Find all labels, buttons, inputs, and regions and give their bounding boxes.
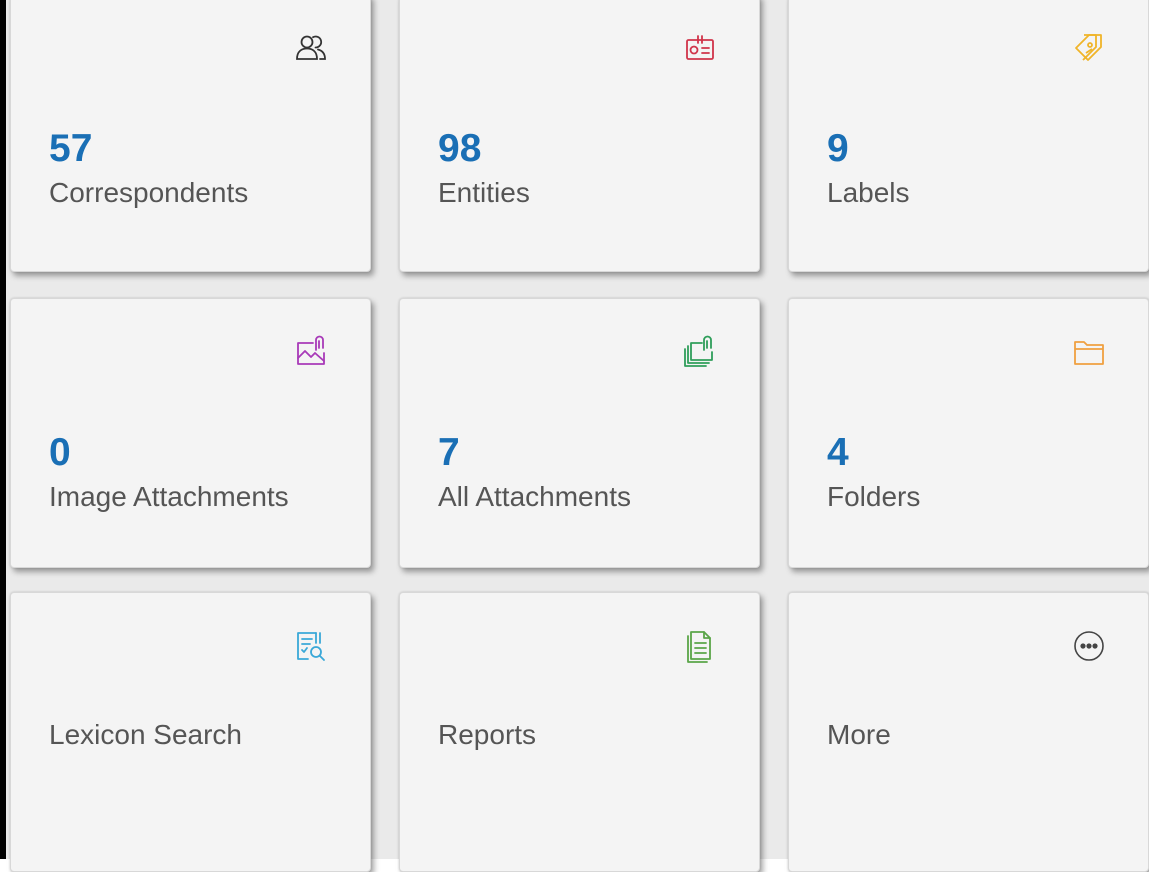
folder-icon	[1072, 335, 1106, 369]
tile-count: 57	[49, 127, 93, 170]
attachments-icon	[683, 335, 717, 369]
id-card-icon	[683, 31, 717, 65]
tile-label: Labels	[827, 177, 910, 208]
tile-label: Lexicon Search	[49, 719, 243, 750]
tile-correspondents[interactable]: 57 Correspondents	[10, 0, 371, 272]
tile-count: 0	[49, 431, 71, 474]
tile-label: Entities	[438, 177, 530, 208]
dashboard-grid: 57 Correspondents 98 Entities 9 Labels 0…	[6, 0, 1149, 872]
tile-lexicon-search[interactable]: Lexicon Search	[10, 592, 371, 872]
tile-label: More	[827, 719, 891, 750]
tile-reports[interactable]: Reports	[399, 592, 760, 872]
tile-label: Correspondents	[49, 177, 249, 208]
tile-all-attachments[interactable]: 7 All Attachments	[399, 298, 760, 568]
image-attachment-icon	[294, 335, 328, 369]
more-icon	[1072, 629, 1106, 663]
tile-folders[interactable]: 4 Folders	[788, 298, 1149, 568]
tile-count: 4	[827, 431, 849, 474]
tile-labels[interactable]: 9 Labels	[788, 0, 1149, 272]
tile-label: Image Attachments	[49, 481, 289, 512]
tile-image-attachments[interactable]: 0 Image Attachments	[10, 298, 371, 568]
tile-label: Reports	[438, 719, 537, 750]
lexicon-search-icon	[294, 629, 328, 663]
tile-label: All Attachments	[438, 481, 631, 512]
tile-count: 9	[827, 127, 849, 170]
tile-more[interactable]: More	[788, 592, 1149, 872]
tile-label: Folders	[827, 481, 921, 512]
tile-count: 98	[438, 127, 482, 170]
people-icon	[294, 31, 328, 65]
report-document-icon	[683, 629, 717, 663]
tag-icon	[1072, 31, 1106, 65]
tile-entities[interactable]: 98 Entities	[399, 0, 760, 272]
tile-count: 7	[438, 431, 460, 474]
